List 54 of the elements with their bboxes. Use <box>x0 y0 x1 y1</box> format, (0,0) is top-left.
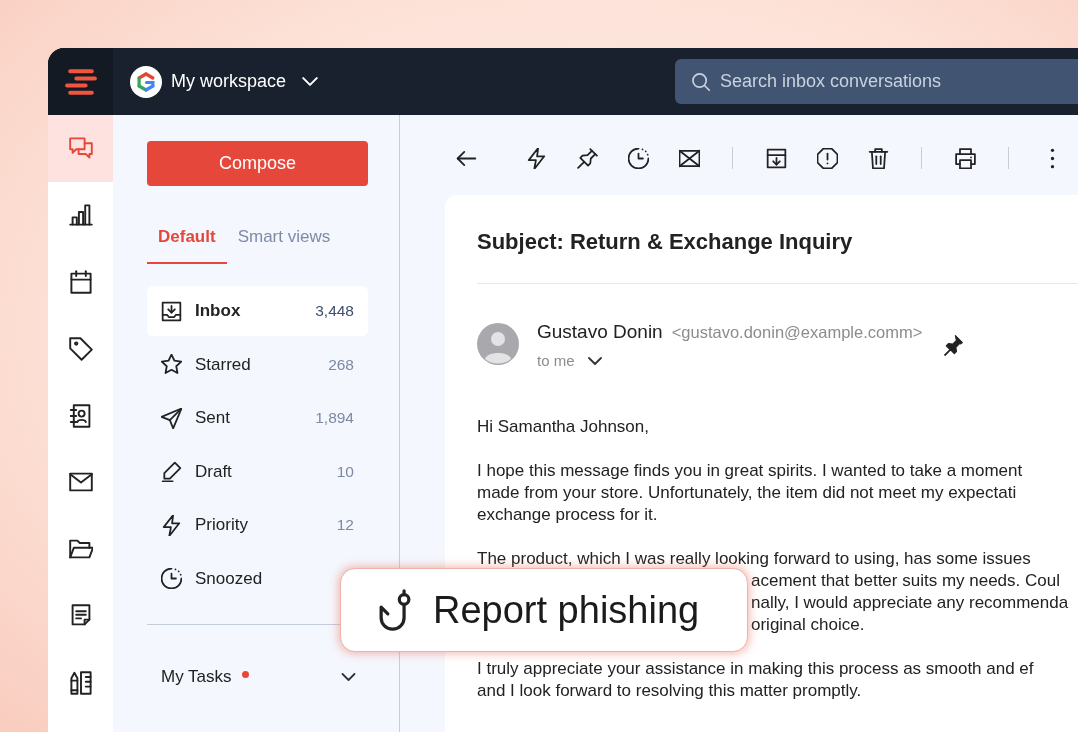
chevron-down-icon <box>587 357 602 365</box>
workspace-logo-icon <box>130 65 162 98</box>
email-text-fragment: acement that better suits my needs. Coul nally, I would appreciate any recommenda original choice. <box>751 570 1070 636</box>
folder-item[interactable]: Draft 10 <box>147 446 368 497</box>
message-count: 1,894 <box>315 409 354 427</box>
calendar-icon <box>68 270 93 294</box>
workspace-selector[interactable]: My workspace <box>130 65 319 98</box>
search-icon <box>692 72 710 91</box>
archive-box-icon <box>765 147 787 169</box>
trash-icon <box>867 147 889 169</box>
chevron-down-icon <box>341 672 356 681</box>
chat-bubbles-icon <box>68 136 93 161</box>
envelope-icon <box>678 147 700 169</box>
email-subject: Subject: Return & Exchange Inquiry <box>477 228 854 256</box>
pencil-icon <box>161 461 182 482</box>
compose-button[interactable]: Compose <box>147 141 368 186</box>
pencil-ruler-icon <box>68 670 93 695</box>
recipients-toggle[interactable]: to me <box>537 351 602 371</box>
bar-chart-icon <box>68 203 93 228</box>
email-paragraph: I hope this message finds you in great spirits. I wanted to take a moment made from your store. Unfortunately, the item did not meet my expectati exchange process for it. <box>477 460 1024 526</box>
folder-item[interactable]: Priority 12 <box>147 500 368 550</box>
avatar-placeholder <box>477 323 519 365</box>
sender-email: <gustavo.donin@example.comm> <box>671 323 923 342</box>
more-vertical-icon <box>1049 147 1055 169</box>
paper-plane-icon <box>161 407 182 429</box>
lightning-icon <box>161 514 182 536</box>
sidebar-tab[interactable]: Default <box>147 212 227 264</box>
contact-book-icon <box>68 403 93 428</box>
clock-icon <box>627 147 649 169</box>
message-count: 12 <box>336 516 354 534</box>
report-phishing-popup[interactable]: Report phishing <box>340 568 748 652</box>
fishing-hook-icon <box>378 588 412 632</box>
email-paragraph: I truly appreciate your assistance in making this process as smooth and ef and I look forward to resolving this matter promptly. <box>477 658 1035 702</box>
alert-octagon-icon <box>816 147 838 169</box>
message-count: 268 <box>328 355 354 374</box>
message-count: 10 <box>336 462 354 481</box>
chevron-down-icon <box>302 77 319 86</box>
lightning-icon <box>525 147 547 169</box>
search-field[interactable]: Search inbox conversations <box>675 59 1078 104</box>
inbox-tray-icon <box>161 300 182 322</box>
star-icon <box>161 354 182 375</box>
clock-icon <box>161 568 182 589</box>
printer-icon <box>954 147 976 169</box>
folder-item[interactable]: Inbox 3,448 <box>147 286 368 336</box>
email-paragraph: The product, which I was really looking forward to using, has some issues <box>477 548 1032 570</box>
tag-icon <box>68 336 93 361</box>
pin-icon <box>576 147 598 169</box>
section-toggle[interactable]: My Tasks <box>147 651 368 702</box>
folder-item[interactable]: Sent 1,894 <box>147 393 368 443</box>
message-count: 3,448 <box>315 302 354 320</box>
email-greeting: Hi Samantha Johnson, <box>477 416 650 438</box>
sender-name: Gustavo Donin <box>537 321 663 343</box>
app-logo-icon <box>63 67 98 96</box>
folder-item[interactable]: Starred 268 <box>147 339 368 390</box>
